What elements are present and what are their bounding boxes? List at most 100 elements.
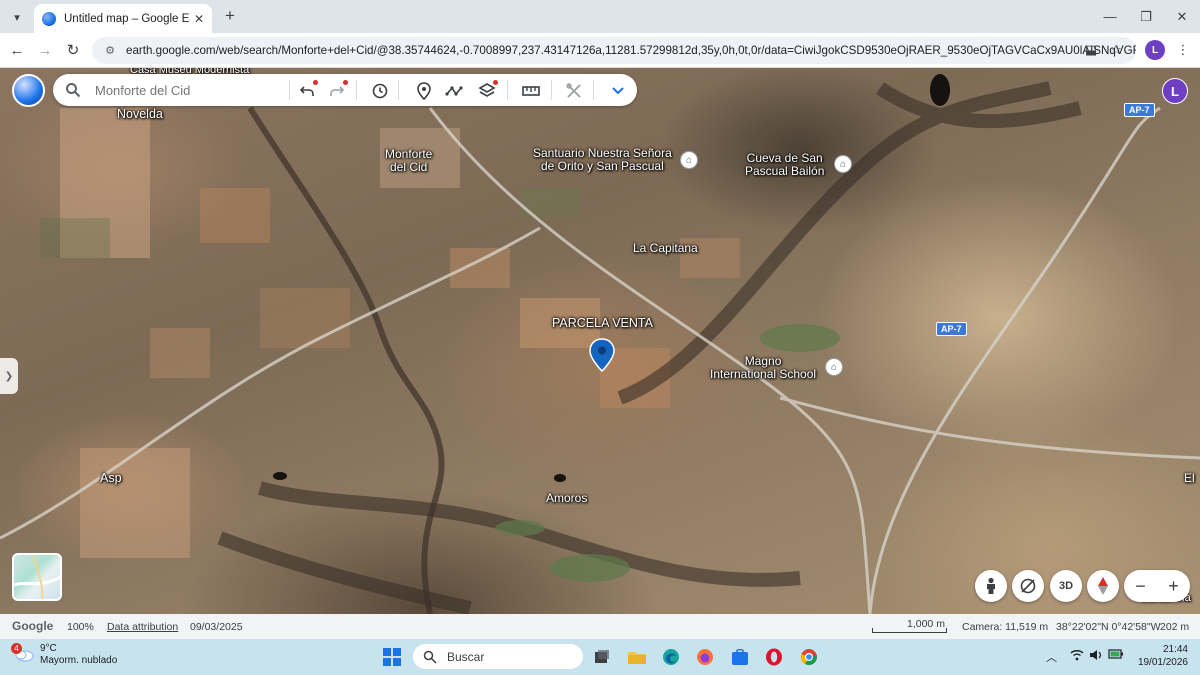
minimize-icon[interactable]: — — [1092, 0, 1128, 33]
restore-icon[interactable]: ❐ — [1128, 0, 1164, 33]
tab-close-icon[interactable]: ✕ — [190, 10, 208, 28]
clock-date: 19/01/2026 — [1137, 657, 1188, 668]
search-icon[interactable] — [65, 82, 81, 98]
tab-search-icon[interactable]: ▾ — [6, 6, 28, 28]
wifi-icon[interactable] — [1070, 649, 1084, 664]
google-earth-logo-icon[interactable] — [12, 74, 45, 107]
history-icon[interactable] — [369, 80, 391, 102]
weather-alert-badge: 4 — [11, 643, 22, 654]
add-placemark-icon[interactable] — [413, 80, 435, 102]
scale-bar — [872, 628, 947, 633]
zoom-level-text: 100% — [67, 621, 94, 633]
opera-browser-icon[interactable] — [764, 647, 784, 667]
map-label-el[interactable]: El — [1184, 472, 1195, 485]
browser-toolbar: ← → ↻ ⚙ earth.google.com/web/search/Monf… — [0, 33, 1200, 68]
search-icon — [423, 650, 437, 664]
tilt-disabled-icon[interactable] — [1012, 570, 1044, 602]
map-label-amoros[interactable]: Amoros — [546, 492, 587, 505]
map-label-cueva-san-pascual[interactable]: Cueva de San Pascual Bailón — [745, 152, 824, 178]
map-label-asp[interactable]: Asp — [100, 472, 122, 485]
zoom-out-icon[interactable]: − — [1135, 576, 1146, 597]
back-icon[interactable]: ← — [5, 38, 29, 62]
browser-tab-bar: ▾ Untitled map – Google Earth ✕ + — ❐ ✕ — [0, 0, 1200, 33]
draw-path-icon[interactable] — [444, 80, 466, 102]
view-3d-button[interactable]: 3D — [1050, 570, 1082, 602]
toolbar-divider — [551, 80, 552, 100]
toolbar-divider — [507, 80, 508, 100]
measure-icon[interactable] — [520, 80, 542, 102]
weather-widget[interactable]: 4 9°C Mayorm. nublado — [11, 643, 118, 667]
camera-altitude-text: Camera: 11,519 m — [962, 621, 1049, 633]
data-attribution-link[interactable]: Data attribution — [107, 621, 178, 633]
forward-icon[interactable]: → — [33, 38, 57, 62]
earth-account-avatar[interactable]: L — [1162, 78, 1188, 104]
earth-status-bar: Google 100% Data attribution 09/03/2025 … — [0, 614, 1200, 639]
browser-profile-avatar[interactable]: L — [1145, 40, 1165, 60]
earth-search-bar — [53, 74, 637, 106]
chrome-browser-icon[interactable] — [799, 647, 819, 667]
taskbar-search-label: Buscar — [447, 649, 485, 664]
zoom-in-icon[interactable]: + — [1168, 576, 1179, 597]
show-hidden-icons-chevron-icon[interactable]: ︿ — [1046, 649, 1057, 665]
browser-menu-icon[interactable]: ⋮ — [1172, 39, 1194, 61]
map-label-santuario[interactable]: Santuario Nuestra Señora de Orito y San … — [533, 147, 672, 173]
map-label-parcela-venta[interactable]: PARCELA VENTA — [552, 317, 653, 330]
microsoft-store-icon[interactable] — [730, 647, 750, 667]
firefox-icon[interactable] — [695, 647, 715, 667]
reload-icon[interactable]: ↻ — [61, 38, 85, 62]
school-poi-icon[interactable]: ⌂ — [825, 358, 843, 376]
windows-taskbar: 4 9°C Mayorm. nublado Buscar ︿ 21:44 19/… — [0, 639, 1200, 675]
map-label-la-capitana[interactable]: La Capitana — [633, 242, 698, 255]
windows-start-icon[interactable] — [382, 647, 402, 667]
map-label-magno-school[interactable]: Magno International School — [710, 355, 816, 381]
tab-title: Untitled map – Google Earth — [64, 12, 190, 25]
site-info-icon[interactable]: ⚙ — [102, 43, 118, 59]
satellite-map[interactable]: Casa Museu Modernista Novelda Monforte d… — [0, 68, 1200, 614]
tools-disabled-icon[interactable] — [563, 80, 585, 102]
highway-shield-ap7: AP-7 — [936, 322, 967, 336]
chevron-down-icon[interactable] — [607, 80, 629, 102]
toolbar-divider — [356, 80, 357, 100]
map-label-novelda[interactable]: Novelda — [117, 108, 163, 121]
map-style-thumbnail[interactable] — [12, 553, 62, 601]
taskbar-search-box[interactable]: Buscar — [413, 644, 583, 669]
task-view-icon[interactable] — [592, 647, 612, 667]
battery-icon[interactable] — [1108, 649, 1124, 662]
cursor-coordinates-text: 38°22'02"N 0°42'58"W — [1056, 621, 1161, 633]
clock-time: 21:44 — [1162, 644, 1188, 655]
volume-icon[interactable] — [1089, 649, 1103, 664]
cloud-weather-icon: 4 — [11, 643, 34, 663]
close-window-icon[interactable]: ✕ — [1164, 0, 1200, 33]
expand-panel-chevron-icon[interactable]: ❯ — [0, 358, 18, 394]
google-logo: Google — [12, 619, 54, 633]
earth-search-input[interactable] — [95, 80, 285, 100]
toolbar-divider — [593, 80, 594, 100]
imagery-date-text: 09/03/2025 — [190, 621, 243, 633]
new-tab-button[interactable]: + — [220, 6, 240, 26]
toolbar-divider — [289, 80, 290, 100]
url-text[interactable]: earth.google.com/web/search/Monforte+del… — [126, 44, 1136, 57]
edge-browser-icon[interactable] — [661, 647, 681, 667]
map-label-monforte-del-cid[interactable]: Monforte del Cid — [385, 148, 432, 174]
google-earth-favicon-icon — [42, 11, 56, 26]
install-app-icon[interactable]: ⬓ — [1080, 39, 1102, 61]
compass-icon[interactable] — [1087, 570, 1119, 602]
weather-temperature: 9°C — [40, 643, 57, 654]
tab-google-earth[interactable]: Untitled map – Google Earth ✕ — [34, 4, 212, 33]
redo-icon[interactable] — [326, 80, 348, 102]
file-explorer-icon[interactable] — [627, 647, 647, 667]
zoom-controls: − + — [1124, 570, 1190, 602]
museum-poi-icon[interactable]: ⌂ — [680, 151, 698, 169]
bookmark-star-icon[interactable]: ☆ — [1105, 39, 1127, 61]
museum-poi-icon[interactable]: ⌂ — [834, 155, 852, 173]
system-clock[interactable]: 21:44 19/01/2026 — [1132, 643, 1188, 669]
weather-condition: Mayorm. nublado — [40, 655, 118, 666]
pegman-street-view-icon[interactable] — [975, 570, 1007, 602]
elevation-text: 202 m — [1160, 621, 1190, 633]
layers-icon[interactable] — [476, 80, 498, 102]
undo-icon[interactable] — [296, 80, 318, 102]
location-pin-icon[interactable] — [589, 338, 615, 372]
address-bar[interactable]: ⚙ earth.google.com/web/search/Monforte+d… — [92, 37, 1136, 64]
toolbar-divider — [398, 80, 399, 100]
highway-shield-ap7: AP-7 — [1124, 103, 1155, 117]
